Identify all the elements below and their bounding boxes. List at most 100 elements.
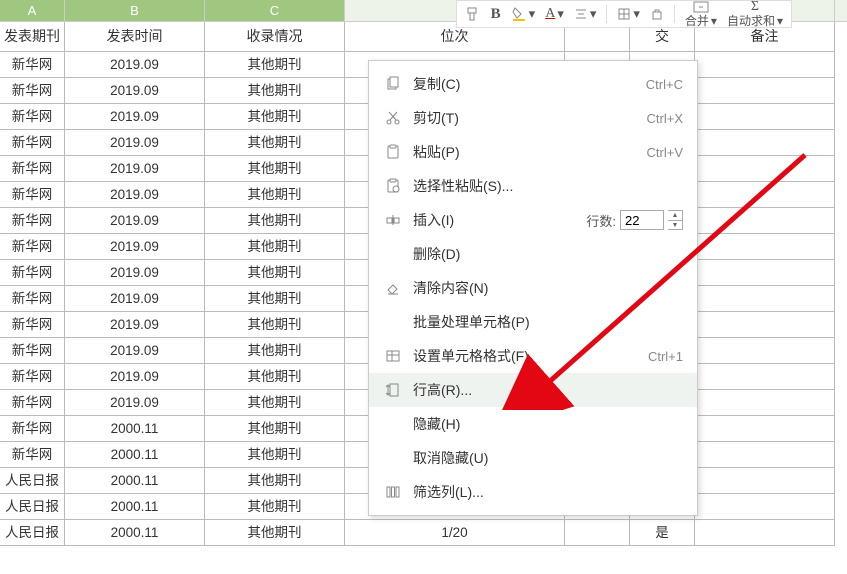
format-cells-icon[interactable] [650,7,664,21]
cell[interactable]: 新华网 [0,442,65,468]
insert-rows-stepper[interactable]: ▲▼ [668,210,683,230]
cell[interactable]: 新华网 [0,234,65,260]
cell[interactable]: 其他期刊 [205,78,345,104]
cell[interactable]: 人民日报 [0,468,65,494]
ctx-cut[interactable]: 剪切(T) Ctrl+X [369,101,697,135]
cell[interactable]: 2019.09 [65,312,205,338]
cell[interactable] [695,390,835,416]
cell[interactable]: 其他期刊 [205,130,345,156]
cell[interactable]: 其他期刊 [205,286,345,312]
ctx-format-cells[interactable]: 设置单元格格式(F) Ctrl+1 [369,339,697,373]
cell[interactable]: 新华网 [0,52,65,78]
cell[interactable]: 新华网 [0,78,65,104]
cell[interactable]: 2019.09 [65,338,205,364]
cell[interactable]: 新华网 [0,130,65,156]
cell[interactable]: 2019.09 [65,182,205,208]
cell[interactable]: 2019.09 [65,78,205,104]
cell[interactable] [695,104,835,130]
ctx-insert[interactable]: 插入(I) 行数: ▲▼ [369,203,697,237]
cell[interactable]: 其他期刊 [205,156,345,182]
cell[interactable] [695,286,835,312]
cell[interactable]: 其他期刊 [205,442,345,468]
cell[interactable]: 其他期刊 [205,520,345,546]
cell[interactable] [695,260,835,286]
cell[interactable]: 新华网 [0,208,65,234]
bold-button[interactable]: B [491,6,501,23]
cell[interactable]: 其他期刊 [205,312,345,338]
cell[interactable]: 新华网 [0,286,65,312]
cell[interactable] [695,312,835,338]
cell[interactable] [695,468,835,494]
cell[interactable]: 2019.09 [65,390,205,416]
format-painter-button[interactable] [465,6,481,22]
cell[interactable]: 新华网 [0,390,65,416]
cell[interactable] [695,182,835,208]
table-row[interactable]: 人民日报2000.11其他期刊1/20 是 [0,520,847,546]
cell[interactable]: 其他期刊 [205,338,345,364]
align-button[interactable]: ▾ [574,6,597,22]
cell[interactable]: 2019.09 [65,286,205,312]
cell[interactable]: 2019.09 [65,52,205,78]
cell[interactable]: 2019.09 [65,156,205,182]
cell[interactable]: 2019.09 [65,234,205,260]
cell[interactable] [695,442,835,468]
cell[interactable]: 其他期刊 [205,208,345,234]
cell[interactable] [695,520,835,546]
cell[interactable]: 1/20 [345,520,565,546]
ctx-delete[interactable]: 删除(D) [369,237,697,271]
cell[interactable]: 其他期刊 [205,234,345,260]
cell[interactable]: 2000.11 [65,416,205,442]
ctx-row-height[interactable]: 行高(R)... [369,373,697,407]
cell[interactable]: 2019.09 [65,104,205,130]
ctx-paste-special[interactable]: 选择性粘贴(S)... [369,169,697,203]
cell[interactable]: 其他期刊 [205,468,345,494]
cell[interactable] [695,156,835,182]
cell[interactable] [695,208,835,234]
cell[interactable]: 新华网 [0,416,65,442]
cell[interactable]: 人民日报 [0,520,65,546]
cell[interactable] [695,234,835,260]
cell[interactable]: 新华网 [0,182,65,208]
ctx-copy[interactable]: 复制(C) Ctrl+C [369,67,697,101]
ctx-clear[interactable]: 清除内容(N) [369,271,697,305]
autosum-group[interactable]: Σ 自动求和▾ [727,1,783,27]
cell[interactable]: 新华网 [0,312,65,338]
cell[interactable]: 其他期刊 [205,390,345,416]
ctx-filter[interactable]: 筛选列(L)... [369,475,697,509]
ctx-batch[interactable]: 批量处理单元格(P) [369,305,697,339]
cell[interactable]: 其他期刊 [205,52,345,78]
cell[interactable]: 2019.09 [65,130,205,156]
cell[interactable] [565,520,630,546]
cell[interactable] [695,416,835,442]
cell[interactable]: 其他期刊 [205,260,345,286]
cell[interactable]: 其他期刊 [205,364,345,390]
cell[interactable] [695,338,835,364]
cell[interactable]: 新华网 [0,156,65,182]
cell[interactable]: 新华网 [0,364,65,390]
fill-color-button[interactable]: ▾ [511,6,536,22]
col-header-b[interactable]: B [65,0,205,21]
cell[interactable]: 2019.09 [65,364,205,390]
cell[interactable]: 是 [630,520,695,546]
cell[interactable]: 人民日报 [0,494,65,520]
cell[interactable] [695,494,835,520]
merge-group[interactable]: 合并▾ [685,1,717,27]
border-button[interactable]: ▾ [617,6,640,22]
cell[interactable]: 2000.11 [65,442,205,468]
insert-rows-input[interactable] [620,210,664,230]
cell[interactable]: 其他期刊 [205,182,345,208]
cell[interactable] [695,364,835,390]
cell[interactable]: 2000.11 [65,520,205,546]
ctx-hide[interactable]: 隐藏(H) [369,407,697,441]
cell[interactable]: 2019.09 [65,208,205,234]
cell[interactable]: 新华网 [0,260,65,286]
cell[interactable]: 其他期刊 [205,104,345,130]
col-header-c[interactable]: C [205,0,345,21]
cell[interactable] [695,52,835,78]
cell[interactable]: 其他期刊 [205,416,345,442]
ctx-paste[interactable]: 粘贴(P) Ctrl+V [369,135,697,169]
cell[interactable]: 新华网 [0,104,65,130]
cell[interactable] [695,130,835,156]
col-header-a[interactable]: A [0,0,65,21]
cell[interactable]: 新华网 [0,338,65,364]
